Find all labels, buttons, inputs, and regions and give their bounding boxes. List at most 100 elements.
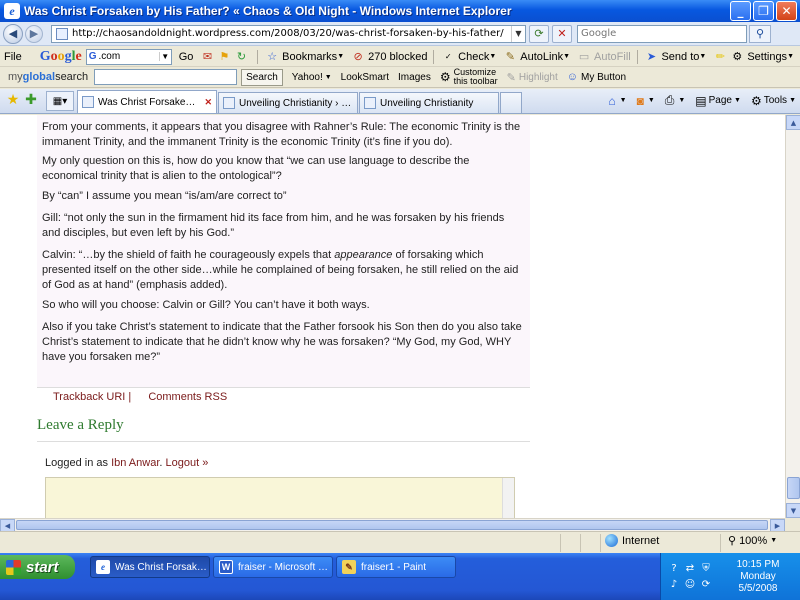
search-engine-label: .com — [98, 51, 121, 62]
zoom-control[interactable]: ⚲ 100% ▼ — [728, 534, 777, 548]
images-button[interactable]: Images — [398, 72, 431, 83]
comments-rss-link[interactable]: Comments RSS — [148, 391, 227, 403]
spellcheck-button[interactable]: ✓ Check ▼ — [441, 50, 496, 64]
home-button[interactable]: ⌂ ▼ — [608, 94, 626, 108]
command-bar: ⌂ ▼ ◙ ▼ ⎙ ▼ ▤ Page ▼ ⚙ Tools ▼ — [598, 93, 796, 108]
rss-icon: ◙ — [636, 93, 644, 108]
close-button[interactable]: ✕ — [776, 1, 797, 21]
address-field[interactable]: ▼ — [51, 24, 526, 43]
logout-link[interactable]: Logout » — [166, 457, 209, 469]
customize-button[interactable]: ⚙ Customize this toolbar — [440, 68, 498, 86]
update-icon[interactable]: ⟳ — [699, 578, 713, 592]
autolink-button[interactable]: ✎ AutoLink ▼ — [503, 50, 570, 64]
bookmarks-button[interactable]: ☆ Bookmarks ▼ — [265, 50, 344, 64]
refresh-button[interactable]: ⟳ — [529, 24, 549, 43]
highlight-button[interactable]: ✎ Highlight — [507, 71, 558, 84]
highlight-pen-button[interactable]: ✏ — [713, 50, 730, 64]
wand-icon: ✎ — [505, 51, 515, 63]
yahoo-button[interactable]: Yahoo! ▼ — [292, 72, 332, 83]
start-button[interactable]: start — [0, 555, 75, 579]
mgs-search-button[interactable]: Search — [241, 68, 283, 86]
leave-reply-heading: Leave a Reply — [37, 417, 124, 433]
mgs-search-input[interactable] — [94, 69, 238, 85]
settings-button[interactable]: ⚙ Settings ▼ — [730, 50, 794, 64]
toolbar-icons[interactable]: ✉ ⚑ ↻ — [200, 50, 251, 64]
search-input[interactable] — [581, 28, 746, 39]
trackback-link[interactable]: Trackback URI | — [53, 391, 131, 403]
horizontal-scrollbar[interactable]: ◀ ▶ — [0, 518, 785, 532]
tools-menu[interactable]: ⚙ Tools ▼ — [751, 94, 796, 108]
vertical-scrollbar[interactable]: ▲ ▼ — [785, 115, 800, 518]
paint-icon: ✎ — [342, 560, 356, 574]
popup-blocker-button[interactable]: ⊘ 270 blocked — [351, 50, 428, 64]
refresh-icon[interactable]: ↻ — [234, 50, 248, 64]
comment-paragraph: Also if you take Christ’s statement to i… — [42, 321, 522, 363]
help-icon[interactable]: ? — [667, 562, 681, 576]
highlight-icon: ✎ — [506, 71, 516, 84]
looksmart-button[interactable]: LookSmart — [341, 72, 389, 83]
network-icon[interactable]: ⇄ — [683, 562, 697, 576]
taskbar: start e Was Christ Forsaken ... W fraise… — [0, 553, 800, 600]
quick-tabs-button[interactable]: ▦▾ — [46, 91, 74, 111]
print-button[interactable]: ⎙ ▼ — [665, 93, 686, 108]
page-icon — [56, 27, 68, 40]
forward-button[interactable]: ▶ — [25, 24, 43, 43]
taskbar-item-paint[interactable]: ✎ fraiser1 - Paint — [336, 556, 456, 578]
feeds-button[interactable]: ◙ ▼ — [637, 94, 655, 108]
search-icon[interactable]: ⚲ — [749, 24, 771, 43]
home-icon: ⌂ — [608, 93, 616, 108]
url-input[interactable] — [72, 28, 511, 39]
add-favorites-icon[interactable]: ✚ — [22, 90, 40, 110]
zoom-icon: ⚲ — [728, 535, 737, 547]
autofill-icon: ▭ — [578, 51, 590, 63]
status-bar: Internet ⚲ 100% ▼ — [0, 531, 800, 553]
send-to-button[interactable]: ➤ Send to ▼ — [644, 50, 706, 64]
comment-paragraph: By “can” I assume you mean “is/am/are co… — [42, 190, 287, 202]
security-zone: Internet — [605, 534, 659, 547]
tab-unveiling-edit[interactable]: Unveiling Christianity › Edit ... — [218, 92, 358, 113]
clock[interactable]: 10:15 PM Monday 5/5/2008 — [716, 553, 800, 600]
stop-button[interactable]: ✕ — [552, 24, 572, 43]
title-bar: e Was Christ Forsaken by His Father? « C… — [0, 0, 800, 22]
back-button[interactable]: ◀ — [3, 23, 23, 44]
scroll-down-icon[interactable]: ▼ — [786, 503, 800, 518]
address-dropdown[interactable]: ▼ — [511, 25, 525, 42]
blocker-icon: ⊘ — [353, 51, 363, 63]
close-tab-icon[interactable]: ✕ — [204, 97, 212, 108]
scroll-thumb[interactable] — [787, 477, 800, 499]
google-logo: Google — [39, 48, 82, 64]
page-menu[interactable]: ▤ Page ▼ — [695, 94, 741, 108]
new-tab-button[interactable] — [500, 92, 522, 113]
comment-paragraph: Calvin: “…by the shield of faith he cour… — [42, 249, 519, 291]
reply-textarea[interactable] — [45, 477, 515, 518]
send-icon: ➤ — [646, 51, 657, 63]
file-menu[interactable]: File — [4, 51, 22, 63]
messenger-icon[interactable]: ☺ — [683, 578, 697, 592]
wrench-icon: ⚙ — [732, 51, 743, 63]
spellcheck-icon: ✓ — [444, 52, 452, 61]
shield-icon[interactable]: ⛨ — [699, 562, 713, 576]
maximize-button[interactable]: ❐ — [753, 1, 774, 21]
scroll-up-icon[interactable]: ▲ — [786, 115, 800, 130]
gmail-icon[interactable]: ✉ — [200, 50, 214, 64]
autofill-button[interactable]: ▭ AutoFill — [577, 50, 631, 64]
taskbar-item-ie[interactable]: e Was Christ Forsaken ... — [90, 556, 210, 578]
user-link[interactable]: Ibn Anwar — [111, 457, 159, 469]
tab-was-christ-forsaken[interactable]: Was Christ Forsaken by ... ✕ — [77, 90, 217, 113]
volume-icon[interactable]: ♪ — [667, 578, 681, 592]
reply-scrollbar[interactable] — [502, 478, 514, 518]
flag-icon[interactable]: ⚑ — [217, 50, 231, 64]
go-button[interactable]: Go — [179, 51, 194, 63]
chevron-down-icon[interactable]: ▼ — [158, 52, 171, 61]
comment-input[interactable] — [46, 478, 514, 518]
minimize-button[interactable]: _ — [730, 1, 751, 21]
google-g-icon: G — [88, 51, 97, 62]
favorites-star-icon[interactable]: ★ — [4, 90, 22, 110]
page-icon: ▤ — [695, 93, 707, 108]
my-button[interactable]: ☺ My Button — [567, 71, 626, 83]
live-search-field[interactable] — [577, 24, 747, 43]
taskbar-item-word[interactable]: W fraiser - Microsoft Word — [213, 556, 333, 578]
tab-unveiling-christianity[interactable]: Unveiling Christianity — [359, 92, 499, 113]
google-search-field[interactable]: G .com ▼ — [85, 48, 172, 65]
hscroll-thumb[interactable] — [16, 520, 768, 530]
